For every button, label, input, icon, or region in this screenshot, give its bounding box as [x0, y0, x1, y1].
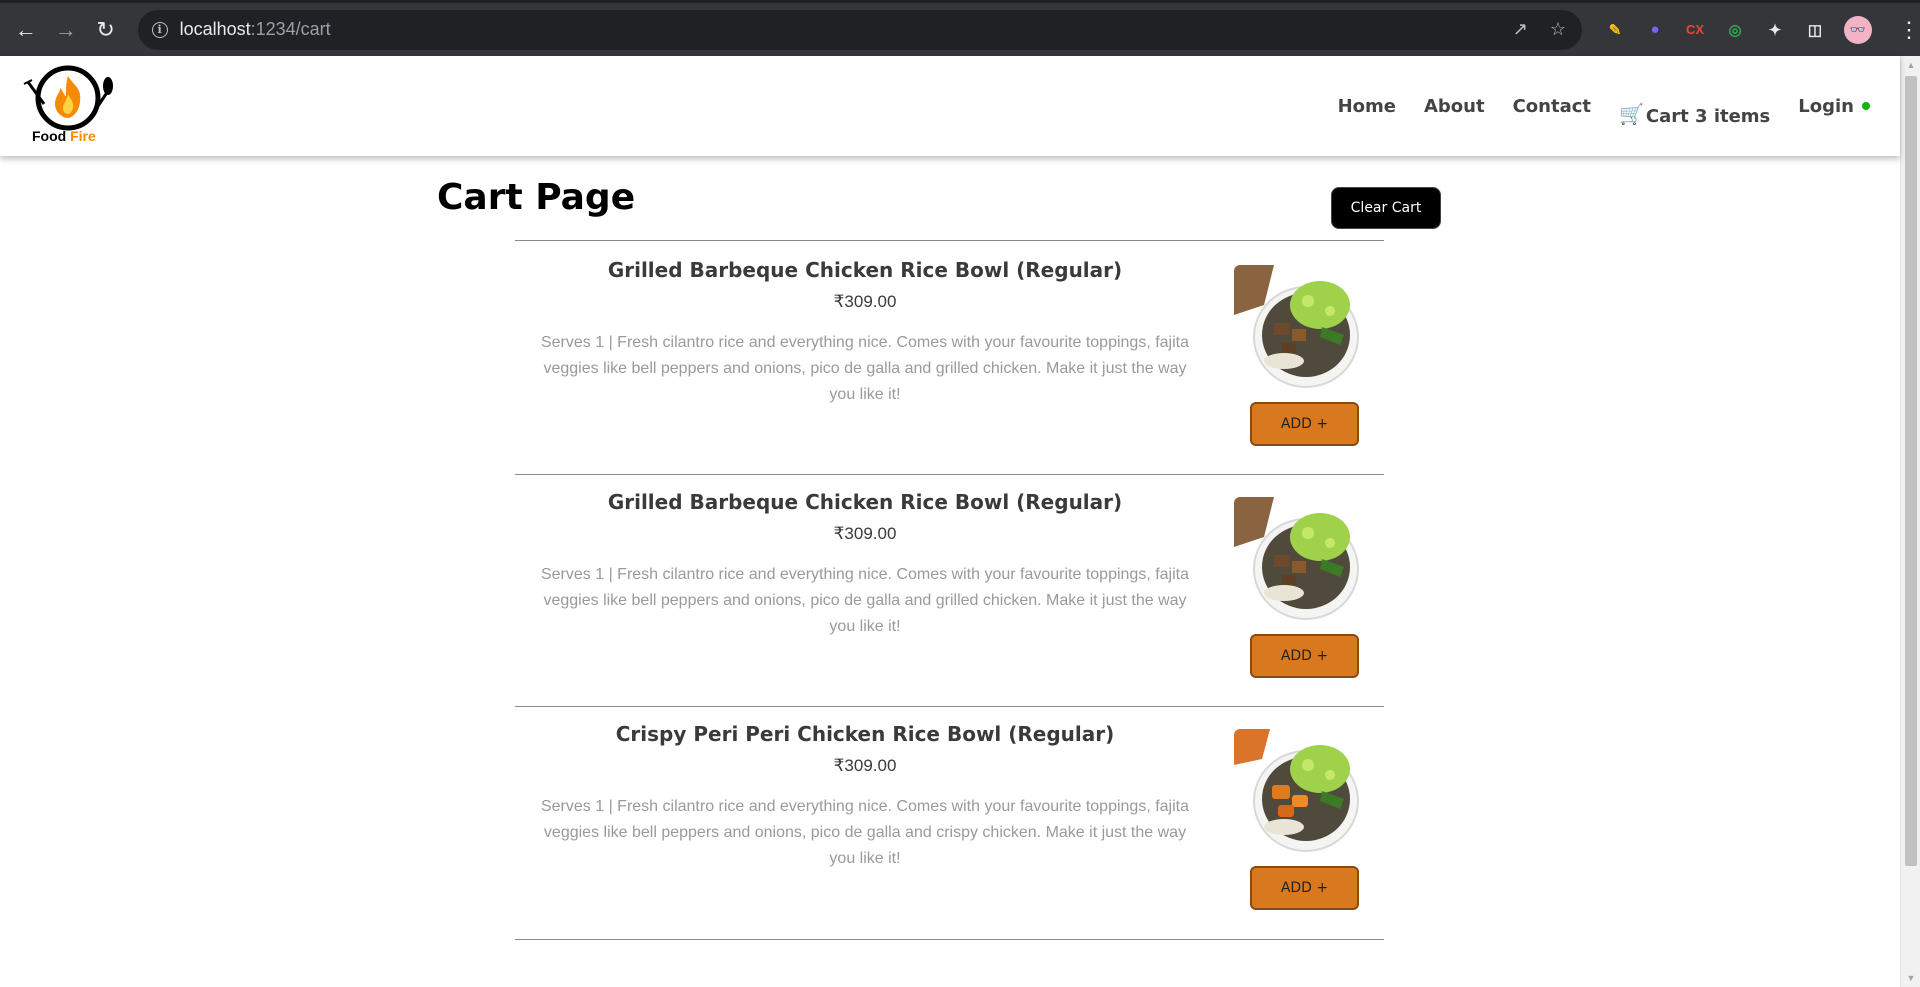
cart-item-info: Grilled Barbeque Chicken Rice Bowl (Regu… [535, 472, 1195, 640]
target-extension-icon[interactable]: ◎ [1724, 19, 1746, 41]
scroll-up-icon[interactable]: ▲ [1901, 56, 1920, 74]
divider [515, 939, 1384, 940]
cart-item-info: Grilled Barbeque Chicken Rice Bowl (Regu… [535, 240, 1195, 408]
nav-contact[interactable]: Contact [1513, 96, 1591, 117]
back-icon[interactable]: ← [8, 12, 44, 48]
scroll-down-icon[interactable]: ▼ [1901, 969, 1920, 987]
cart-item: Crispy Peri Peri Chicken Rice Bowl (Regu… [515, 704, 1384, 936]
cx-extension-icon[interactable]: CX [1684, 19, 1706, 41]
profile-avatar[interactable]: 👓 [1844, 15, 1872, 44]
item-description: Serves 1 | Fresh cilantro rice and every… [540, 798, 1189, 867]
puzzle-extension-icon[interactable]: ✦ [1764, 19, 1786, 41]
item-name: Grilled Barbeque Chicken Rice Bowl (Regu… [607, 490, 1123, 514]
clear-cart-button[interactable]: Clear Cart [1331, 187, 1441, 229]
item-price: ₹309.00 [833, 756, 897, 775]
food-bowl-image [1234, 497, 1359, 622]
add-item-button[interactable]: ADD + [1250, 402, 1359, 446]
login-label: Login [1798, 95, 1854, 117]
cart-item-info: Crispy Peri Peri Chicken Rice Bowl (Regu… [535, 704, 1195, 872]
cart-item: Grilled Barbeque Chicken Rice Bowl (Regu… [515, 240, 1384, 472]
logo-flame-icon [23, 65, 113, 131]
logo-text-food: Food [32, 128, 67, 144]
broom-extension-icon[interactable]: ✎ [1604, 19, 1626, 41]
info-icon[interactable]: i [151, 21, 168, 38]
browser-toolbar: ← → ↻ i localhost:1234/cart ↗ ☆ ✎ ● CX ◎… [0, 0, 1920, 56]
item-name: Grilled Barbeque Chicken Rice Bowl (Regu… [607, 258, 1123, 282]
cart-count-label: Cart 3 items [1645, 105, 1771, 127]
forward-icon[interactable]: → [48, 12, 84, 48]
item-description: Serves 1 | Fresh cilantro rice and every… [540, 334, 1189, 403]
nav-home[interactable]: Home [1338, 96, 1396, 117]
drop-extension-icon[interactable]: ● [1644, 19, 1666, 41]
item-description: Serves 1 | Fresh cilantro rice and every… [540, 566, 1189, 635]
reload-icon[interactable]: ↻ [88, 12, 124, 48]
food-fire-logo[interactable]: Food Fire [18, 56, 128, 156]
add-item-button[interactable]: ADD + [1250, 634, 1359, 678]
item-name: Crispy Peri Peri Chicken Rice Bowl (Regu… [615, 722, 1115, 746]
logo-text-fire: Fire [66, 128, 96, 144]
scroll-thumb[interactable] [1905, 76, 1917, 866]
url-host: localhost [179, 19, 251, 39]
food-bowl-image [1234, 265, 1359, 390]
share-icon[interactable]: ↗ [1513, 19, 1528, 40]
online-status-dot [1862, 102, 1870, 110]
cart-icon: 🛒 [1619, 103, 1644, 126]
add-item-button[interactable]: ADD + [1250, 866, 1359, 910]
food-bowl-image [1234, 729, 1359, 854]
item-price: ₹309.00 [833, 524, 897, 543]
logo-text: Food Fire [32, 128, 96, 144]
site-header: Food Fire Home About Contact 🛒 Cart 3 it… [0, 56, 1900, 156]
kebab-menu-icon[interactable]: ⋮ [1898, 17, 1920, 43]
main-nav: Home About Contact 🛒 Cart 3 items Login [1338, 86, 1870, 127]
bookmark-star-icon[interactable]: ☆ [1550, 19, 1566, 40]
nav-cart[interactable]: 🛒 Cart 3 items [1619, 102, 1770, 127]
url-path: :1234/cart [250, 19, 331, 39]
page-title: Cart Page [437, 177, 636, 218]
sidepanel-icon[interactable]: ◫ [1804, 19, 1826, 41]
nav-login[interactable]: Login [1798, 96, 1870, 117]
page-scrollbar[interactable]: ▲ ▼ [1900, 56, 1920, 987]
nav-about[interactable]: About [1424, 96, 1485, 117]
address-bar[interactable]: i localhost:1234/cart ↗ ☆ [137, 9, 1582, 50]
cart-item: Grilled Barbeque Chicken Rice Bowl (Regu… [515, 472, 1384, 704]
item-price: ₹309.00 [833, 292, 897, 311]
